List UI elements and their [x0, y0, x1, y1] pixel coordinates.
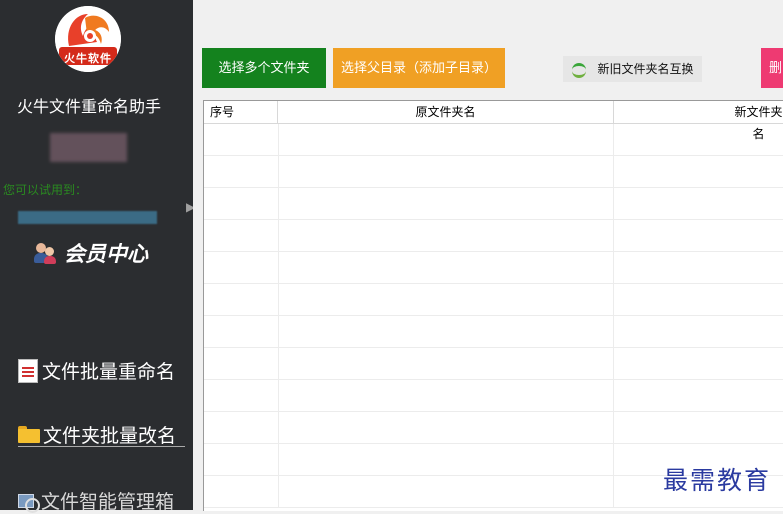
empty-table-row	[204, 284, 783, 316]
active-nav-underline	[18, 446, 185, 447]
nav-label: 文件批量重命名	[42, 361, 176, 383]
column-header-original-name[interactable]: 原文件夹名	[278, 101, 614, 123]
select-multiple-folders-button[interactable]: 选择多个文件夹	[202, 48, 326, 88]
nav-file-batch-rename[interactable]: 文件批量重命名	[18, 357, 175, 384]
empty-table-row	[204, 156, 783, 188]
trial-expiry-blurred	[18, 211, 157, 224]
main-panel: 选择多个文件夹 选择父目录（添加子目录） 新旧文件夹名互换 删 序号 原文件夹名…	[193, 0, 783, 511]
empty-table-row	[204, 124, 783, 156]
swap-names-label: 新旧文件夹名互换	[597, 62, 694, 76]
delete-button[interactable]: 删	[761, 48, 783, 88]
nav-folder-batch-rename[interactable]: 文件夹批量改名	[18, 421, 176, 448]
empty-table-row	[204, 188, 783, 220]
empty-table-row	[204, 252, 783, 284]
member-center-label: 会员中心	[64, 241, 148, 266]
member-center-button[interactable]: 会员中心	[34, 238, 148, 268]
select-parent-dir-button[interactable]: 选择父目录（添加子目录）	[333, 48, 505, 88]
swap-names-button[interactable]: 新旧文件夹名互换	[563, 56, 702, 82]
document-icon	[18, 358, 38, 383]
logo-text: 火牛软件	[64, 52, 112, 65]
trial-label: 您可以试用到：	[3, 183, 88, 197]
file-manager-icon	[18, 492, 40, 513]
empty-table-row	[204, 412, 783, 444]
app-title: 火牛文件重命名助手	[16, 97, 161, 116]
empty-table-row	[204, 348, 783, 380]
sidebar: 火牛软件 火牛文件重命名助手 您可以试用到： ▶ 会员中心 文件批量重命名 文件…	[0, 0, 195, 513]
empty-table-row	[204, 220, 783, 252]
user-avatar-blurred	[50, 133, 127, 162]
column-header-new-name[interactable]: 新文件夹名	[613, 101, 783, 141]
folder-icon	[18, 426, 40, 443]
nav-label: 文件夹批量改名	[43, 425, 177, 447]
empty-table-row	[204, 316, 783, 348]
table-header: 序号 原文件夹名 新文件夹名	[204, 101, 783, 141]
members-icon	[34, 241, 58, 265]
column-header-index[interactable]: 序号	[204, 101, 278, 123]
empty-table-row	[204, 380, 783, 412]
folder-table[interactable]: 序号 原文件夹名 新文件夹名	[203, 100, 783, 511]
swap-icon	[571, 62, 589, 78]
watermark: 最需教育	[663, 466, 772, 495]
app-logo: 火牛软件	[55, 6, 121, 72]
